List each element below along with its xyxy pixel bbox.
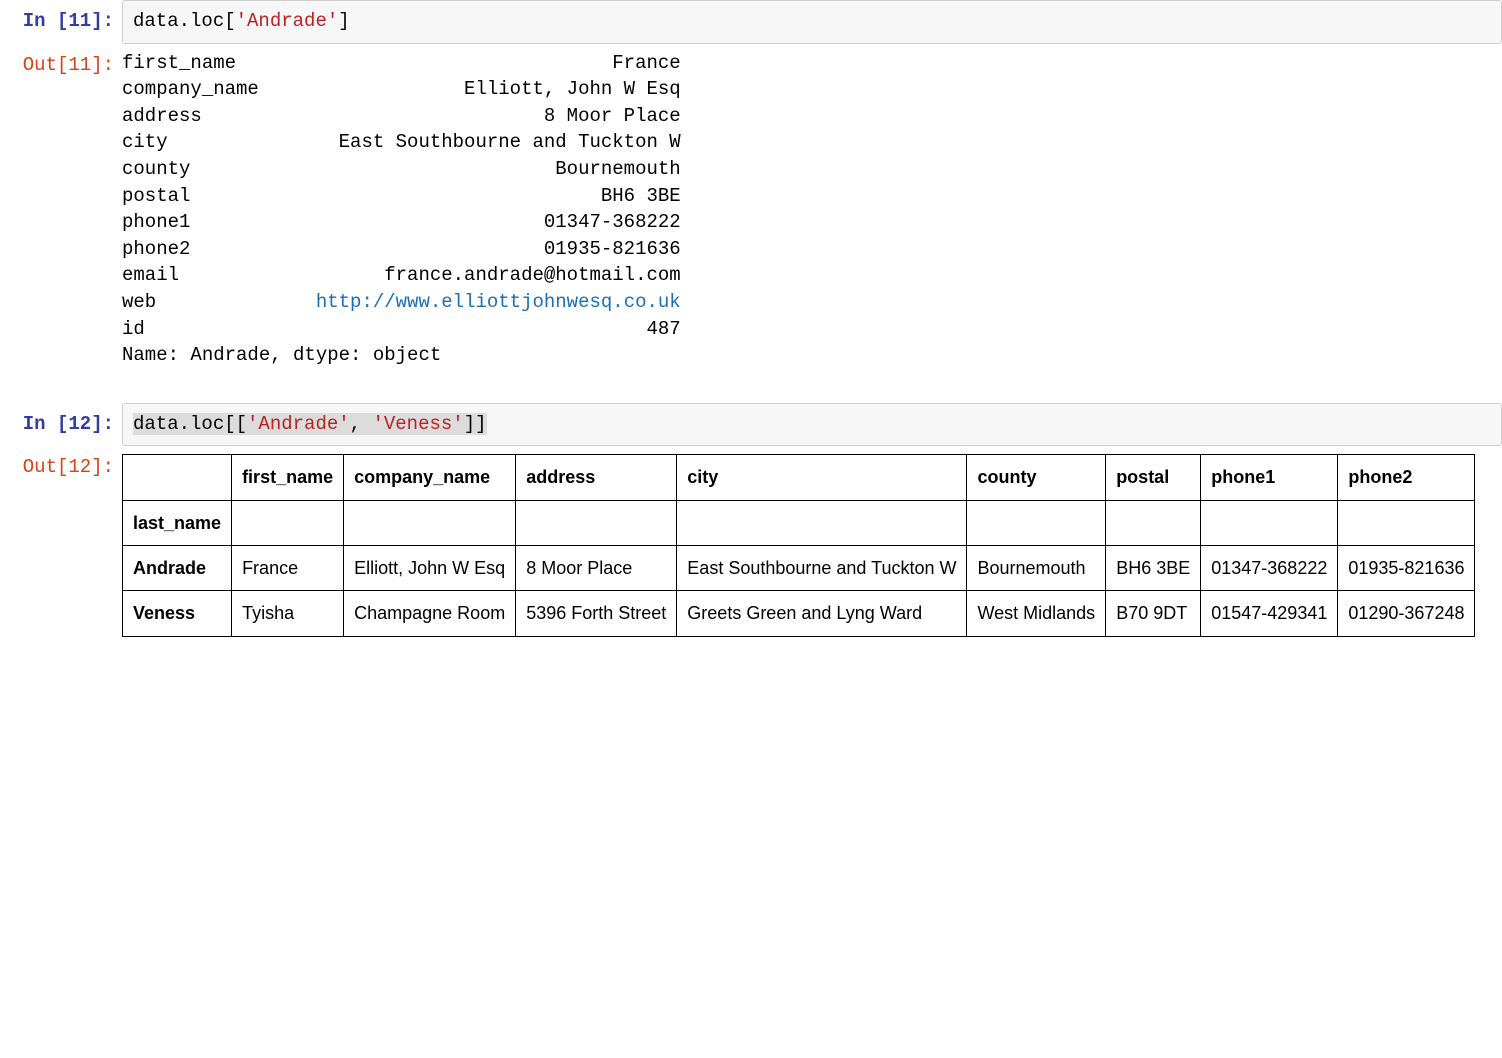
table-cell: B70 9DT xyxy=(1106,591,1201,636)
table-cell: Bournemouth xyxy=(967,546,1106,591)
prompt-out-12: Out[12]: xyxy=(0,446,122,480)
blank-header xyxy=(1201,500,1338,545)
code-input-11[interactable]: data.loc['Andrade'] xyxy=(122,0,1502,44)
code-input-12[interactable]: data.loc[['Andrade', 'Veness']] xyxy=(122,403,1502,447)
blank-header xyxy=(344,500,516,545)
column-header: company_name xyxy=(344,455,516,500)
prompt-in-12: In [12]: xyxy=(0,403,122,437)
code-string: 'Veness' xyxy=(372,413,463,435)
column-header: postal xyxy=(1106,455,1201,500)
column-header: address xyxy=(516,455,677,500)
table-row: VenessTyishaChampagne Room5396 Forth Str… xyxy=(123,591,1475,636)
prompt-in-11: In [11]: xyxy=(0,0,122,34)
column-header: county xyxy=(967,455,1106,500)
table-cell: 8 Moor Place xyxy=(516,546,677,591)
code-text: ] xyxy=(338,10,349,32)
code-text: ]] xyxy=(464,413,487,435)
table-cell: 01290-367248 xyxy=(1338,591,1475,636)
table-cell: 01547-429341 xyxy=(1201,591,1338,636)
dataframe-table: first_namecompany_nameaddresscitycountyp… xyxy=(122,454,1475,636)
code-string: 'Andrade' xyxy=(247,413,350,435)
table-corner xyxy=(123,455,232,500)
table-cell: East Southbourne and Tuckton W xyxy=(677,546,967,591)
column-header: first_name xyxy=(232,455,344,500)
code-text: , xyxy=(350,413,373,435)
blank-header xyxy=(1338,500,1475,545)
blank-header xyxy=(516,500,677,545)
code-string: 'Andrade' xyxy=(236,10,339,32)
table-cell: 5396 Forth Street xyxy=(516,591,677,636)
code-text: data.loc[[ xyxy=(133,413,247,435)
column-header: phone2 xyxy=(1338,455,1475,500)
blank-header xyxy=(677,500,967,545)
table-row: AndradeFranceElliott, John W Esq8 Moor P… xyxy=(123,546,1475,591)
cell-11-output: Out[11]: first_name France company_name … xyxy=(0,44,1502,379)
series-output: first_name France company_name Elliott, … xyxy=(122,44,1502,379)
prompt-out-11: Out[11]: xyxy=(0,44,122,78)
row-index: Andrade xyxy=(123,546,232,591)
code-text: data.loc[ xyxy=(133,10,236,32)
table-cell: BH6 3BE xyxy=(1106,546,1201,591)
table-cell: Elliott, John W Esq xyxy=(344,546,516,591)
table-cell: 01935-821636 xyxy=(1338,546,1475,591)
table-cell: Champagne Room xyxy=(344,591,516,636)
blank-header xyxy=(967,500,1106,545)
column-header: city xyxy=(677,455,967,500)
dataframe-output: first_namecompany_nameaddresscitycountyp… xyxy=(122,446,1502,646)
table-header-row: first_namecompany_nameaddresscitycountyp… xyxy=(123,455,1475,500)
table-cell: 01347-368222 xyxy=(1201,546,1338,591)
table-cell: Tyisha xyxy=(232,591,344,636)
cell-12-input: In [12]: data.loc[['Andrade', 'Veness']] xyxy=(0,403,1502,447)
table-cell: West Midlands xyxy=(967,591,1106,636)
table-cell: Greets Green and Lyng Ward xyxy=(677,591,967,636)
row-index: Veness xyxy=(123,591,232,636)
table-cell: France xyxy=(232,546,344,591)
column-header: phone1 xyxy=(1201,455,1338,500)
blank-header xyxy=(232,500,344,545)
blank-header xyxy=(1106,500,1201,545)
cell-12-output: Out[12]: first_namecompany_nameaddressci… xyxy=(0,446,1502,646)
index-name: last_name xyxy=(123,500,232,545)
table-index-header-row: last_name xyxy=(123,500,1475,545)
cell-11-input: In [11]: data.loc['Andrade'] xyxy=(0,0,1502,44)
